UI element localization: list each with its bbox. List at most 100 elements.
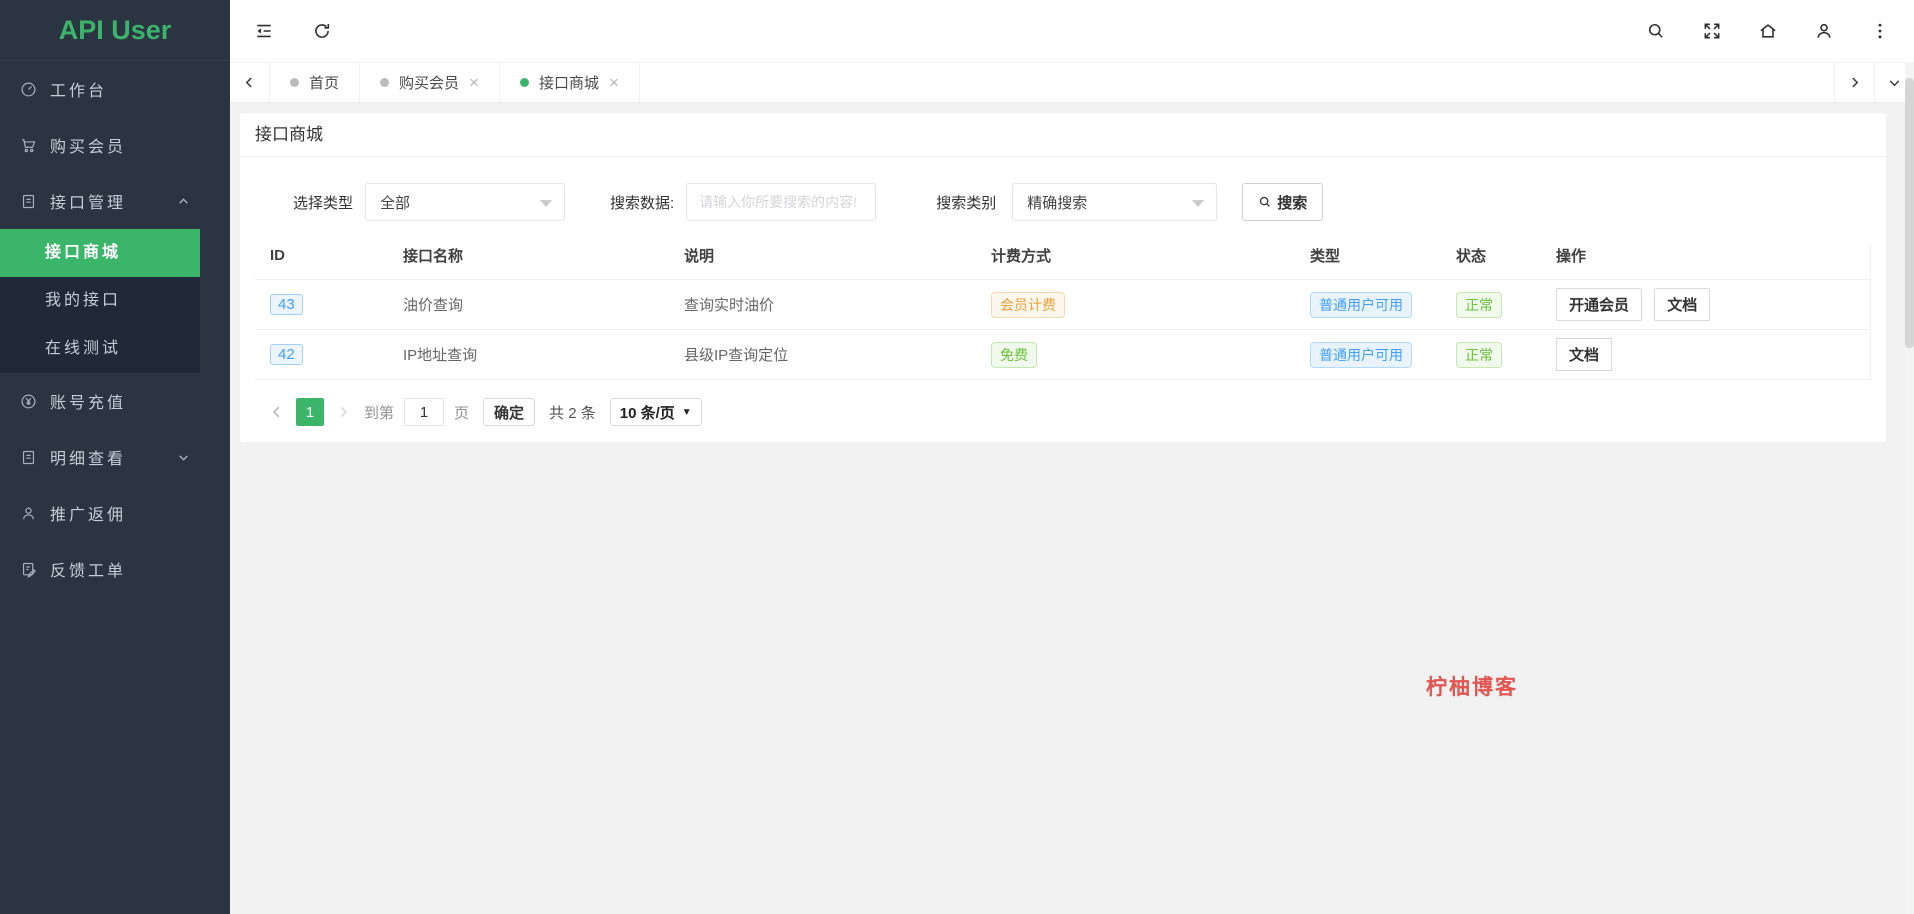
- column-header-name: 接口名称: [388, 245, 669, 280]
- next-page-icon[interactable]: [336, 405, 350, 419]
- page-size-value: 10 条/页: [619, 404, 675, 422]
- more-icon[interactable]: [1870, 21, 1890, 41]
- chevron-up-icon: [177, 195, 190, 208]
- refresh-icon[interactable]: [312, 21, 332, 41]
- api-market-card: 接口商城 选择类型 全部 搜索数据: 搜索类别 精确搜索 搜索: [240, 113, 1886, 442]
- sidebar-item-label: 工作台: [50, 83, 108, 100]
- chevron-down-icon: [1192, 200, 1205, 207]
- sidebar-item-label: 明细查看: [50, 451, 127, 468]
- sidebar-item-label: 账号充值: [50, 395, 127, 412]
- file-icon: [20, 449, 37, 466]
- search-icon[interactable]: [1646, 21, 1666, 41]
- yen-icon: [20, 393, 37, 410]
- billing-badge: 免费: [991, 341, 1037, 368]
- goto-page-input[interactable]: [404, 398, 445, 426]
- sidebar: API User 工作台 购买会员 接口管理 接口商城 我的接口 在线测试 账号…: [0, 0, 230, 914]
- page-number-button[interactable]: 1: [296, 398, 324, 426]
- tab-label: 购买会员: [399, 75, 460, 92]
- type-filter-label: 选择类型: [293, 194, 354, 212]
- close-icon[interactable]: ×: [609, 74, 619, 91]
- sidebar-submenu: 接口商城 我的接口 在线测试: [0, 229, 200, 373]
- chevron-down-icon: [540, 200, 553, 207]
- table-row: 43 油价查询 查询实时油价 会员计费 普通用户可用 正常 开通会员 文档: [255, 279, 1871, 330]
- table-header-row: ID 接口名称 说明 计费方式 类型 状态 操作: [255, 245, 1871, 280]
- tab-bar: 首页 购买会员 × 接口商城 ×: [230, 62, 1914, 103]
- sidebar-item-api-market[interactable]: 接口商城: [0, 229, 200, 277]
- search-data-label: 搜索数据:: [610, 194, 675, 212]
- home-icon[interactable]: [1758, 21, 1778, 41]
- id-badge: 43: [270, 294, 303, 315]
- app-logo: API User: [0, 0, 230, 61]
- collapse-icon[interactable]: [254, 21, 274, 41]
- page-title: 接口商城: [240, 113, 1886, 157]
- column-header-type: 类型: [1295, 245, 1441, 280]
- tab-label: 首页: [309, 75, 340, 92]
- open-membership-button[interactable]: 开通会员: [1556, 288, 1643, 321]
- docs-button[interactable]: 文档: [1556, 338, 1613, 371]
- search-input[interactable]: [686, 183, 877, 221]
- column-header-status: 状态: [1441, 245, 1541, 280]
- sidebar-item-online-test[interactable]: 在线测试: [0, 325, 200, 373]
- api-desc-cell: 查询实时油价: [669, 279, 976, 330]
- search-icon: [1260, 196, 1271, 207]
- sidebar-item-buy-membership[interactable]: 购买会员: [0, 117, 230, 173]
- ticket-icon: [20, 561, 37, 578]
- watermark-text: 柠柚博客: [1426, 676, 1518, 699]
- api-name-cell: 油价查询: [388, 279, 669, 330]
- scrollbar[interactable]: [1905, 62, 1914, 914]
- close-icon[interactable]: ×: [469, 74, 479, 91]
- total-count-label: 共 2 条: [549, 404, 596, 422]
- sidebar-item-workbench[interactable]: 工作台: [0, 61, 230, 117]
- type-select[interactable]: 全部: [365, 183, 566, 221]
- tabbar-spacer: [640, 63, 1834, 102]
- tab-dot: [380, 78, 390, 87]
- page-unit-label: 页: [454, 404, 470, 422]
- page-size-select[interactable]: 10 条/页 ▼: [609, 398, 702, 426]
- sidebar-item-label: 反馈工单: [50, 563, 127, 580]
- sidebar-item-feedback[interactable]: 反馈工单: [0, 541, 230, 597]
- column-header-billing: 计费方式: [976, 245, 1295, 280]
- chevron-down-icon: [177, 451, 190, 464]
- column-header-id: ID: [255, 245, 388, 280]
- search-button[interactable]: 搜索: [1242, 183, 1324, 221]
- search-category-value: 精确搜索: [1027, 194, 1088, 212]
- search-category-select[interactable]: 精确搜索: [1012, 183, 1218, 221]
- dashboard-icon: [20, 81, 37, 98]
- sidebar-item-referral[interactable]: 推广返佣: [0, 485, 230, 541]
- scrollbar-thumb[interactable]: [1905, 78, 1914, 348]
- type-select-value: 全部: [380, 194, 411, 212]
- column-header-desc: 说明: [669, 245, 976, 280]
- docs-button[interactable]: 文档: [1654, 288, 1711, 321]
- sidebar-menu: 工作台 购买会员 接口管理 接口商城 我的接口 在线测试 账号充值 明细查看 推…: [0, 61, 230, 597]
- api-desc-cell: 县级IP查询定位: [669, 329, 976, 380]
- filter-bar: 选择类型 全部 搜索数据: 搜索类别 精确搜索 搜索: [240, 183, 1886, 221]
- type-badge: 普通用户可用: [1310, 291, 1412, 318]
- confirm-button[interactable]: 确定: [483, 398, 536, 426]
- cart-icon: [20, 137, 37, 154]
- goto-label: 到第: [364, 404, 395, 422]
- sidebar-item-details[interactable]: 明细查看: [0, 429, 230, 485]
- sidebar-item-api-management[interactable]: 接口管理: [0, 173, 230, 229]
- tabs-scroll-left-button[interactable]: [230, 63, 270, 102]
- tabs-scroll-right-button[interactable]: [1834, 63, 1874, 102]
- column-header-actions: 操作: [1541, 245, 1871, 280]
- tab-dot: [519, 78, 529, 87]
- id-badge: 42: [270, 344, 303, 365]
- prev-page-icon[interactable]: [270, 405, 284, 419]
- table-row: 42 IP地址查询 县级IP查询定位 免费 普通用户可用 正常 文档: [255, 329, 1871, 380]
- tab-dot: [290, 78, 299, 87]
- fullscreen-icon[interactable]: [1702, 21, 1722, 41]
- api-table: ID 接口名称 说明 计费方式 类型 状态 操作 43 油价查询 查询实时油价 …: [255, 245, 1871, 380]
- top-bar: [230, 0, 1914, 62]
- billing-badge: 会员计费: [991, 291, 1065, 318]
- sidebar-item-my-apis[interactable]: 我的接口: [0, 277, 200, 325]
- tab-buy-membership[interactable]: 购买会员 ×: [360, 63, 500, 102]
- pagination: 1 到第 页 确定 共 2 条 10 条/页 ▼: [270, 398, 1886, 426]
- user-icon[interactable]: [1814, 21, 1834, 41]
- status-badge: 正常: [1456, 291, 1502, 318]
- sidebar-item-recharge[interactable]: 账号充值: [0, 373, 230, 429]
- tab-api-market[interactable]: 接口商城 ×: [500, 63, 640, 102]
- tab-home[interactable]: 首页: [270, 63, 361, 102]
- tab-label: 接口商城: [538, 75, 599, 92]
- sidebar-item-label: 接口管理: [50, 195, 127, 212]
